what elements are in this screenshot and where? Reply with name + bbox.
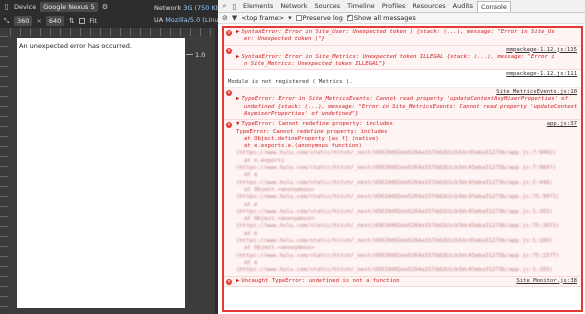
stack-frame-url[interactable]: (https://www.hulu.com/static/hitch/_next… — [236, 267, 577, 274]
stack-frame-url[interactable]: (https://www.hulu.com/static/hitch/_next… — [236, 223, 577, 230]
ua-input[interactable]: Mozilla/5.0 (Linux — [165, 16, 218, 24]
horizontal-ruler — [10, 28, 218, 36]
stack-trace: (https://www.hulu.com/static/hitch/_next… — [236, 150, 577, 274]
clear-console-icon[interactable]: ⊘ — [222, 14, 228, 22]
tab-elements[interactable]: Elements — [240, 1, 276, 11]
stack-frame-fn: at Object.<anonymous> — [244, 245, 315, 252]
stack-line: TypeError: Cannot redefine property: inc… — [236, 128, 388, 135]
preserve-log-checkbox[interactable] — [295, 15, 302, 21]
stack-frame-fn: at Object.<anonymous> — [244, 216, 315, 223]
console-entry[interactable]: × ▶ Uncaught TypeError: undefined is not … — [224, 276, 581, 287]
height-input[interactable]: 640 — [45, 16, 65, 26]
tab-network[interactable]: Network — [277, 1, 310, 11]
preserve-log-label: Preserve log — [302, 14, 343, 22]
source-link[interactable]: mmpackage-1.12.js:115 — [236, 47, 577, 54]
tab-profiles[interactable]: Profiles — [379, 1, 409, 11]
tab-audits[interactable]: Audits — [450, 1, 476, 11]
error-icon: × — [226, 90, 232, 97]
preserve-log-option[interactable]: Preserve log — [295, 14, 343, 22]
zoom-control[interactable]: 1.0 — [186, 50, 218, 59]
stack-frame-fn: at e — [244, 201, 258, 208]
device-emulation-pane: ▯ Device Google Nexus 5 ⚙ ⤡ 360 × 640 ⇅ … — [0, 0, 218, 314]
source-link[interactable]: mmpackage-1.12.js:111 — [228, 71, 577, 78]
entry-text-cont: er: Unexpected token )"} — [244, 36, 325, 43]
stack-frame-url[interactable]: (https://www.hulu.com/static/hitch/_next… — [236, 180, 577, 187]
expand-triangle-icon[interactable]: ▶ — [236, 54, 239, 60]
frame-select[interactable]: <top frame> — [241, 14, 284, 22]
expand-triangle-icon[interactable]: ▶ — [236, 96, 239, 102]
fit-label: Fit — [89, 17, 97, 25]
show-all-checkbox[interactable] — [346, 13, 353, 21]
stack-frame-url[interactable]: (https://www.hulu.com/static/hitch/_next… — [236, 253, 577, 260]
chevron-down-icon: ▾ — [288, 14, 292, 22]
stack-frame-url[interactable]: (https://www.hulu.com/static/hitch/_next… — [236, 150, 577, 157]
tab-timeline[interactable]: Timeline — [344, 1, 378, 11]
network-label: Network — [154, 4, 182, 12]
entry-text: TypeError: Error in Site_MetricsEvents: … — [241, 96, 569, 103]
entry-text: SyntaxError: Error in Site_User: Unexpec… — [241, 29, 555, 35]
tab-console[interactable]: Console — [477, 0, 511, 12]
width-input[interactable]: 360 — [14, 16, 33, 26]
stack-frame-fn: at e — [244, 172, 258, 179]
inspect-icon[interactable]: ⌕ — [220, 1, 229, 11]
error-icon: × — [226, 30, 232, 36]
device-mode-icon[interactable]: ▯ — [230, 2, 239, 11]
console-entry-expanded[interactable]: × ▼ TypeError: Cannot redefine property: … — [224, 120, 581, 277]
swap-icon[interactable]: ⇅ — [68, 17, 75, 25]
stack-line: at Object.defineProperty [as f] (native) — [244, 135, 379, 142]
error-icon: × — [226, 47, 232, 54]
tab-sources[interactable]: Sources — [311, 1, 343, 11]
entry-text-cont: AsymixerProperties' of undefined"} — [244, 110, 359, 117]
entry-text: Module is not registered ( Metrics ). — [228, 78, 353, 85]
console-entry[interactable]: × ▶ SyntaxError: Error in Site_User: Unex… — [224, 28, 581, 46]
show-all-label: Show all messages — [353, 14, 416, 22]
error-icon: × — [226, 278, 232, 285]
devtools-panel: ⌕ ▯ Elements Network Sources Timeline Pr… — [218, 0, 585, 314]
device-viewport[interactable]: An unexpected error has occurred. — [17, 38, 185, 308]
fit-checkbox[interactable] — [79, 18, 86, 24]
source-link[interactable]: app.js:37 — [543, 121, 577, 129]
source-link[interactable]: Site_MetricsEvents.js:10 — [236, 89, 577, 96]
stack-frame-url[interactable]: (https://www.hulu.com/static/hitch/_next… — [236, 209, 577, 216]
entry-text: Uncaught TypeError: undefined is not a f… — [241, 277, 400, 284]
stack-line: at e.exports.e.(anonymous function) — [244, 143, 362, 150]
expand-triangle-icon[interactable]: ▼ — [236, 121, 239, 127]
console-entry[interactable]: × Site_MetricsEvents.js:10 ▶ TypeError: E… — [224, 88, 581, 121]
devtools-tabbar: ⌕ ▯ Elements Network Sources Timeline Pr… — [218, 0, 585, 13]
error-icon: × — [226, 122, 232, 129]
entry-text-cont: undefined {stack: (...), message: "Error… — [244, 103, 578, 110]
stack-frame-url[interactable]: (https://www.hulu.com/static/hitch/_next… — [236, 194, 577, 201]
tab-resources[interactable]: Resources — [409, 1, 448, 11]
entry-text: TypeError: Cannot redefine property: inc… — [241, 121, 393, 128]
stack-frame-fn: at e — [244, 230, 258, 237]
entry-text: SyntaxError: Error in Site_Metrics: Unex… — [241, 53, 555, 60]
expand-triangle-icon[interactable]: ▶ — [236, 29, 239, 35]
stack-frame-url[interactable]: (https://www.hulu.com/static/hitch/_next… — [236, 165, 577, 172]
network-select[interactable]: 3G (750 Kb — [183, 4, 218, 12]
resize-icon: ⤡ — [3, 16, 10, 25]
vertical-ruler — [0, 36, 8, 314]
stack-frame-fn: at Object.<anonymous> — [244, 186, 315, 193]
console-entry[interactable]: × mmpackage-1.12.js:115 ▶ SyntaxError: Er… — [224, 45, 581, 71]
mobile-icon[interactable]: ▯ — [3, 3, 10, 11]
expand-triangle-icon[interactable]: ▶ — [236, 278, 239, 284]
source-link[interactable]: Site_Monitor.js:38 — [513, 277, 577, 285]
settings-icon[interactable]: ⚙ — [102, 3, 109, 11]
console-toolbar: ⊘ ▼ <top frame> ▾ Preserve log Show all … — [218, 13, 585, 24]
show-all-option[interactable]: Show all messages — [346, 13, 416, 22]
zoom-slider-icon — [186, 54, 193, 55]
console-log[interactable]: × ▶ SyntaxError: Error in Site_User: Unex… — [222, 26, 583, 312]
device-select[interactable]: Google Nexus 5 — [40, 2, 98, 12]
stack-frame-url[interactable]: (https://www.hulu.com/static/hitch/_next… — [236, 238, 577, 245]
zoom-value: 1.0 — [195, 50, 206, 59]
stack-frame-fn: at e — [244, 259, 258, 266]
network-ua-group: Network 3G (750 Kb UA Mozilla/5.0 (Linux — [152, 0, 218, 28]
device-label: Device — [14, 3, 37, 11]
page-error-message: An unexpected error has occurred. — [19, 42, 132, 50]
filter-icon[interactable]: ▼ — [232, 14, 237, 22]
console-entry[interactable]: mmpackage-1.12.js:111 Module is not regi… — [224, 70, 581, 89]
ua-label: UA — [154, 16, 164, 24]
stack-frame-fn: at n.exports — [244, 157, 285, 164]
entry-text-cont: n Site_Metrics: Unexpected token ILLEGAL… — [244, 61, 386, 68]
